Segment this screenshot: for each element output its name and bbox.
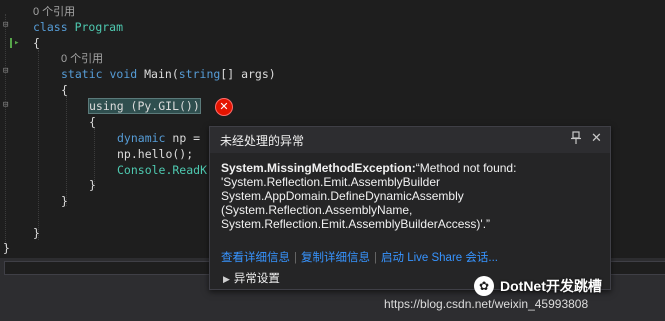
reference-count[interactable]: 0 个引用 — [61, 50, 103, 67]
exception-settings[interactable]: ▶ 异常设置 — [223, 270, 280, 286]
brace: } — [89, 178, 96, 192]
dynamic-declaration: dynamic np = — [117, 131, 208, 145]
exception-message: System.MissingMethodException:“Method no… — [221, 161, 606, 231]
view-details-link[interactable]: 查看详细信息 — [221, 252, 290, 264]
breakpoint-arrow-icon: ▸ — [14, 38, 20, 48]
brace: { — [61, 83, 68, 97]
brace: { — [89, 115, 96, 129]
reference-count[interactable]: 0 个引用 — [33, 3, 75, 20]
watermark-brand: DotNet开发跳槽 — [500, 278, 602, 294]
class-declaration: class Program — [33, 20, 124, 34]
copy-details-link[interactable]: 复制详细信息 — [301, 252, 370, 264]
live-share-link[interactable]: 启动 Live Share 会话... — [381, 252, 498, 264]
console-call: Console.ReadK — [117, 163, 208, 177]
brace: } — [61, 194, 68, 208]
using-statement: using (Py.GIL()) — [88, 98, 201, 114]
brace: } — [3, 241, 10, 255]
indent-guide — [38, 50, 39, 240]
method-signature: static void Main(string[] args) — [61, 67, 276, 81]
indent-guide — [5, 14, 6, 246]
change-bar — [10, 38, 12, 48]
hello-call: np.hello(); — [117, 147, 194, 161]
brace: } — [33, 226, 40, 240]
expand-arrow-icon[interactable]: ▶ — [223, 274, 230, 284]
exception-settings-label: 异常设置 — [233, 273, 280, 285]
pin-icon[interactable] — [571, 131, 581, 147]
action-links: 查看详细信息 | 复制详细信息 | 启动 Live Share 会话... — [221, 252, 498, 264]
brace: { — [33, 36, 40, 50]
watermark-url: https://blog.csdn.net/weixin_45993808 — [384, 297, 589, 311]
popup-title: 未经处理的异常 — [220, 134, 305, 148]
error-icon[interactable]: ✕ — [215, 98, 233, 116]
exception-type: System.MissingMethodException: — [221, 161, 416, 175]
close-icon[interactable]: ✕ — [591, 130, 602, 146]
popup-header: 未经处理的异常 ✕ — [210, 127, 610, 153]
indent-guide — [66, 96, 67, 206]
exception-popup: 未经处理的异常 ✕ System.MissingMethodException:… — [209, 126, 611, 290]
wechat-logo-icon: ✿ — [474, 276, 494, 296]
